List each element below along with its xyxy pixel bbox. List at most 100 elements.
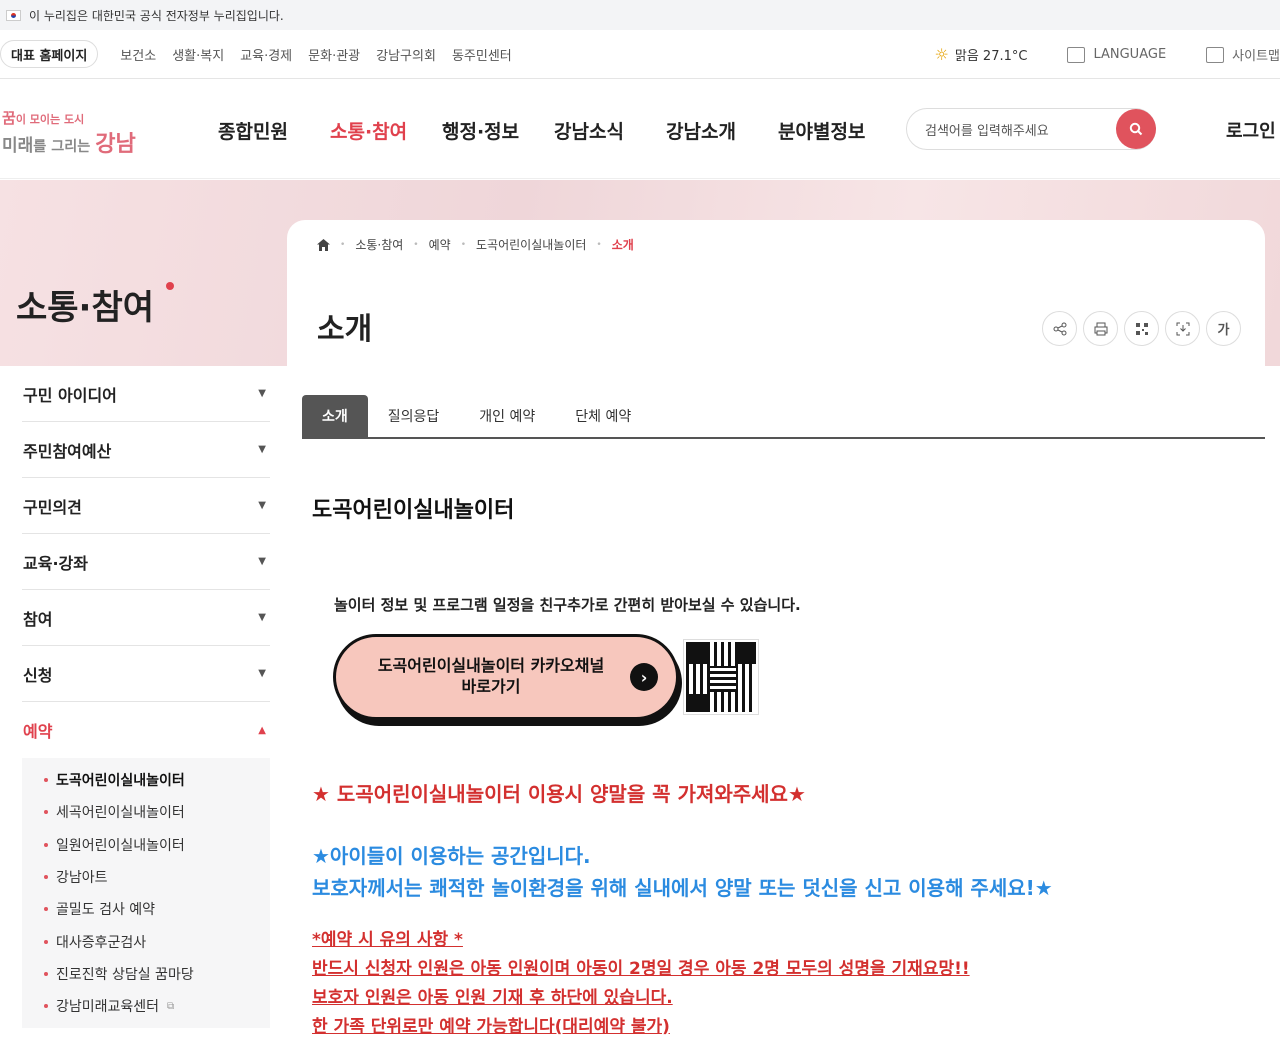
side-nav-label: 구민의견 xyxy=(23,497,82,517)
space-notice-line1: ★아이들이 이용하는 공간입니다. xyxy=(312,844,591,868)
gov-notice-bar: 이 누리집은 대한민국 공식 전자정부 누리집입니다. xyxy=(0,0,1280,30)
side-nav-item-participation[interactable]: 참여 ▼ xyxy=(22,590,270,646)
submenu-item-external[interactable]: 강남미래교육센터 ⧉ xyxy=(44,990,270,1022)
gangnam-logo[interactable]: 꿈이 모이는 도시 미래를 그리는 강남 xyxy=(2,107,152,157)
caution-line: 보호자 인원은 아동 인원 기재 후 하단에 있습니다. xyxy=(312,987,673,1008)
kakao-line1: 도곡어린이실내놀이터 카카오채널 xyxy=(377,656,605,676)
submenu-item[interactable]: 도곡어린이실내놀이터 xyxy=(44,764,270,796)
side-nav-item-opinion[interactable]: 구민의견 ▼ xyxy=(22,478,270,534)
qr-button[interactable] xyxy=(1124,311,1159,346)
socks-notice: ★ 도곡어린이실내놀이터 이용시 양말을 꼭 가져와주세요★ xyxy=(312,782,806,806)
util-link-council[interactable]: 강남구의회 xyxy=(376,45,436,64)
breadcrumb: • 소통·참여 • 예약 • 도곡어린이실내놀이터 • 소개 xyxy=(317,236,634,253)
util-link-welfare[interactable]: 생활·복지 xyxy=(172,45,224,64)
menu-communication[interactable]: 소통·참여 xyxy=(330,117,442,144)
tab-group-reservation[interactable]: 단체 예약 xyxy=(555,395,651,437)
external-link-icon: ⧉ xyxy=(167,1000,175,1012)
utility-bar: 대표 홈페이지 보건소 생활·복지 교육·경제 문화·관광 강남구의회 동주민센… xyxy=(0,30,1280,79)
submenu-item[interactable]: 골밀도 검사 예약 xyxy=(44,893,270,925)
breadcrumb-separator: • xyxy=(340,239,346,250)
tab-personal-reservation[interactable]: 개인 예약 xyxy=(459,395,555,437)
breadcrumb-separator: • xyxy=(460,239,467,250)
breadcrumb-item[interactable]: 예약 xyxy=(429,236,451,253)
side-nav-label: 예약 xyxy=(23,722,53,741)
menu-administration[interactable]: 행정·정보 xyxy=(442,117,554,144)
kakao-button-text: 도곡어린이실내놀이터 카카오채널 바로가기 xyxy=(366,656,616,698)
page-title: 소개 xyxy=(317,312,373,347)
caret-down-icon: ▼ xyxy=(258,668,266,679)
breadcrumb-current: 소개 xyxy=(611,238,634,252)
language-button[interactable]: LANGUAGE xyxy=(1067,46,1167,63)
language-label: LANGUAGE xyxy=(1093,47,1167,62)
share-icon xyxy=(1053,322,1066,335)
caution-line: 한 가족 단위로만 예약 가능합니다(대리예약 불가) xyxy=(312,1016,670,1037)
book-icon xyxy=(1067,46,1086,63)
util-link-community-center[interactable]: 동주민센터 xyxy=(452,45,512,64)
page-header-card: • 소통·참여 • 예약 • 도곡어린이실내놀이터 • 소개 소개 가 xyxy=(287,220,1265,366)
main-content: 도곡어린이실내놀이터 놀이터 정보 및 프로그램 일정을 친구추가로 간편히 받… xyxy=(312,492,1262,1037)
caret-down-icon: ▼ xyxy=(258,444,266,455)
submenu-item[interactable]: 대사증후군검사 xyxy=(44,925,270,957)
page-tools: 가 xyxy=(1042,311,1241,346)
caution-line: 반드시 신청자 인원은 아동 인원이며 아동이 2명일 경우 아동 2명 모두의… xyxy=(312,958,970,979)
caret-down-icon: ▼ xyxy=(258,612,266,623)
global-nav: 꿈이 모이는 도시 미래를 그리는 강남 종합민원 소통·참여 행정·정보 강남… xyxy=(0,79,1280,179)
menu-field-info[interactable]: 분야별정보 xyxy=(778,117,890,144)
breadcrumb-item[interactable]: 소통·참여 xyxy=(355,236,403,253)
sitemap-icon xyxy=(1206,46,1225,63)
kakao-channel-button[interactable]: 도곡어린이실내놀이터 카카오채널 바로가기 › xyxy=(333,634,679,720)
side-nav-item-application[interactable]: 신청 ▼ xyxy=(22,646,270,702)
submenu-item[interactable]: 일원어린이실내놀이터 xyxy=(44,829,270,861)
print-button[interactable] xyxy=(1083,311,1118,346)
kakao-line2: 바로가기 xyxy=(461,677,521,696)
download-button[interactable] xyxy=(1165,311,1200,346)
title-dot xyxy=(166,282,174,290)
sitemap-button[interactable]: 사이트맵 xyxy=(1206,45,1280,64)
utility-right: ☼ 맑음 27.1°C LANGUAGE 사이트맵 xyxy=(935,30,1280,79)
caret-down-icon: ▼ xyxy=(258,500,266,511)
share-button[interactable] xyxy=(1042,311,1077,346)
util-link-culture[interactable]: 문화·관광 xyxy=(308,45,360,64)
logo-text: 강남 xyxy=(95,132,136,157)
caution-line: *예약 시 유의 사항 * xyxy=(312,930,463,950)
print-icon xyxy=(1094,322,1107,335)
menu-about[interactable]: 강남소개 xyxy=(666,117,778,144)
tab-qna[interactable]: 질의응답 xyxy=(368,395,460,437)
search-input[interactable]: 검색어를 입력해주세요 xyxy=(906,108,1156,150)
content-title: 도곡어린이실내놀이터 xyxy=(312,498,515,523)
side-nav: 구민 아이디어 ▼ 주민참여예산 ▼ 구민의견 ▼ 교육·강좌 ▼ 참여 ▼ 신청 ▼ 예약… xyxy=(22,366,270,1029)
caret-down-icon: ▼ xyxy=(258,556,266,567)
breadcrumb-item[interactable]: 도곡어린이실내놀이터 xyxy=(476,236,586,253)
tab-intro[interactable]: 소개 xyxy=(302,395,368,437)
submenu-item[interactable]: 세곡어린이실내놀이터 xyxy=(44,796,270,828)
font-size-button[interactable]: 가 xyxy=(1206,311,1241,346)
util-link-health[interactable]: 보건소 xyxy=(120,45,156,64)
submenu-item[interactable]: 강남아트 xyxy=(44,861,270,893)
sitemap-label: 사이트맵 xyxy=(1232,49,1280,64)
space-notice: ★아이들이 이용하는 공간입니다. 보호자께서는 쾌적한 놀이환경을 위해 실내… xyxy=(312,840,1053,904)
arrow-right-icon: › xyxy=(630,663,658,691)
side-nav-item-education[interactable]: 교육·강좌 ▼ xyxy=(22,534,270,590)
home-icon[interactable] xyxy=(317,238,330,251)
side-nav-item-budget[interactable]: 주민참여예산 ▼ xyxy=(22,422,270,478)
breadcrumb-separator: • xyxy=(413,239,419,250)
menu-civil-service[interactable]: 종합민원 xyxy=(218,117,330,144)
section-title: 소통·참여 xyxy=(16,288,155,328)
caret-up-icon: ▲ xyxy=(258,724,266,736)
util-link-education[interactable]: 교육·경제 xyxy=(240,45,292,64)
side-nav-item-reservation[interactable]: 예약 ▲ xyxy=(22,702,270,758)
reservation-caution: *예약 시 유의 사항 * 반드시 신청자 인원은 아동 인원이며 아동이 2명… xyxy=(312,926,970,1042)
side-nav-item-idea[interactable]: 구민 아이디어 ▼ xyxy=(22,366,270,422)
submenu-label: 강남미래교육센터 xyxy=(56,999,160,1016)
submenu-item[interactable]: 진로진학 상담실 꿈마당 xyxy=(44,958,270,990)
main-homepage-button[interactable]: 대표 홈페이지 xyxy=(0,40,99,68)
download-icon xyxy=(1176,322,1189,335)
menu-news[interactable]: 강남소식 xyxy=(554,117,666,144)
logo-text: 미래 xyxy=(2,136,34,156)
search-button[interactable] xyxy=(1116,109,1156,149)
login-button[interactable]: 로그인 xyxy=(1226,117,1276,143)
main-menu: 종합민원 소통·참여 행정·정보 강남소식 강남소개 분야별정보 xyxy=(218,117,890,144)
side-nav-label: 구민 아이디어 xyxy=(23,385,117,405)
sun-icon: ☼ xyxy=(934,45,949,64)
qr-icon xyxy=(1135,322,1148,335)
